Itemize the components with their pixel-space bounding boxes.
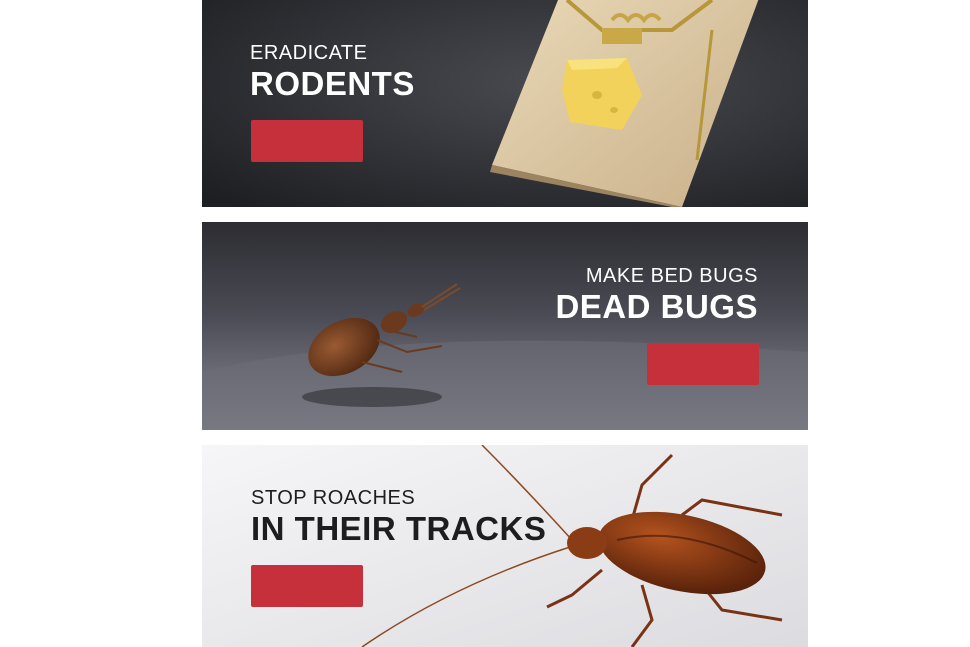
headline-line2: IN THEIR TRACKS (251, 510, 547, 547)
headline-line1: ERADICATE (250, 42, 368, 64)
headline-line2: DEAD BUGS (555, 288, 758, 325)
rodents-cta-button[interactable] (251, 120, 363, 162)
bed-bug-image (202, 222, 808, 430)
banner-headline: MAKE BED BUGS DEAD BUGS (555, 266, 758, 323)
banner-headline: ERADICATE RODENTS (250, 43, 415, 100)
banner-roaches[interactable]: STOP ROACHES IN THEIR TRACKS (202, 445, 808, 647)
mouse-trap-image (202, 0, 808, 207)
banner-bed-bugs[interactable]: MAKE BED BUGS DEAD BUGS (202, 222, 808, 430)
headline-line1: STOP ROACHES (251, 487, 416, 509)
bed-bugs-cta-button[interactable] (647, 343, 759, 385)
headline-line2: RODENTS (250, 65, 415, 102)
banner-rodents[interactable]: ERADICATE RODENTS (202, 0, 808, 207)
promo-banner-stack: ERADICATE RODENTS MAKE BED BUGS DEAD BUG… (0, 0, 970, 647)
banner-headline: STOP ROACHES IN THEIR TRACKS (251, 488, 546, 545)
headline-line1: MAKE BED BUGS (585, 265, 758, 287)
roaches-cta-button[interactable] (251, 565, 363, 607)
